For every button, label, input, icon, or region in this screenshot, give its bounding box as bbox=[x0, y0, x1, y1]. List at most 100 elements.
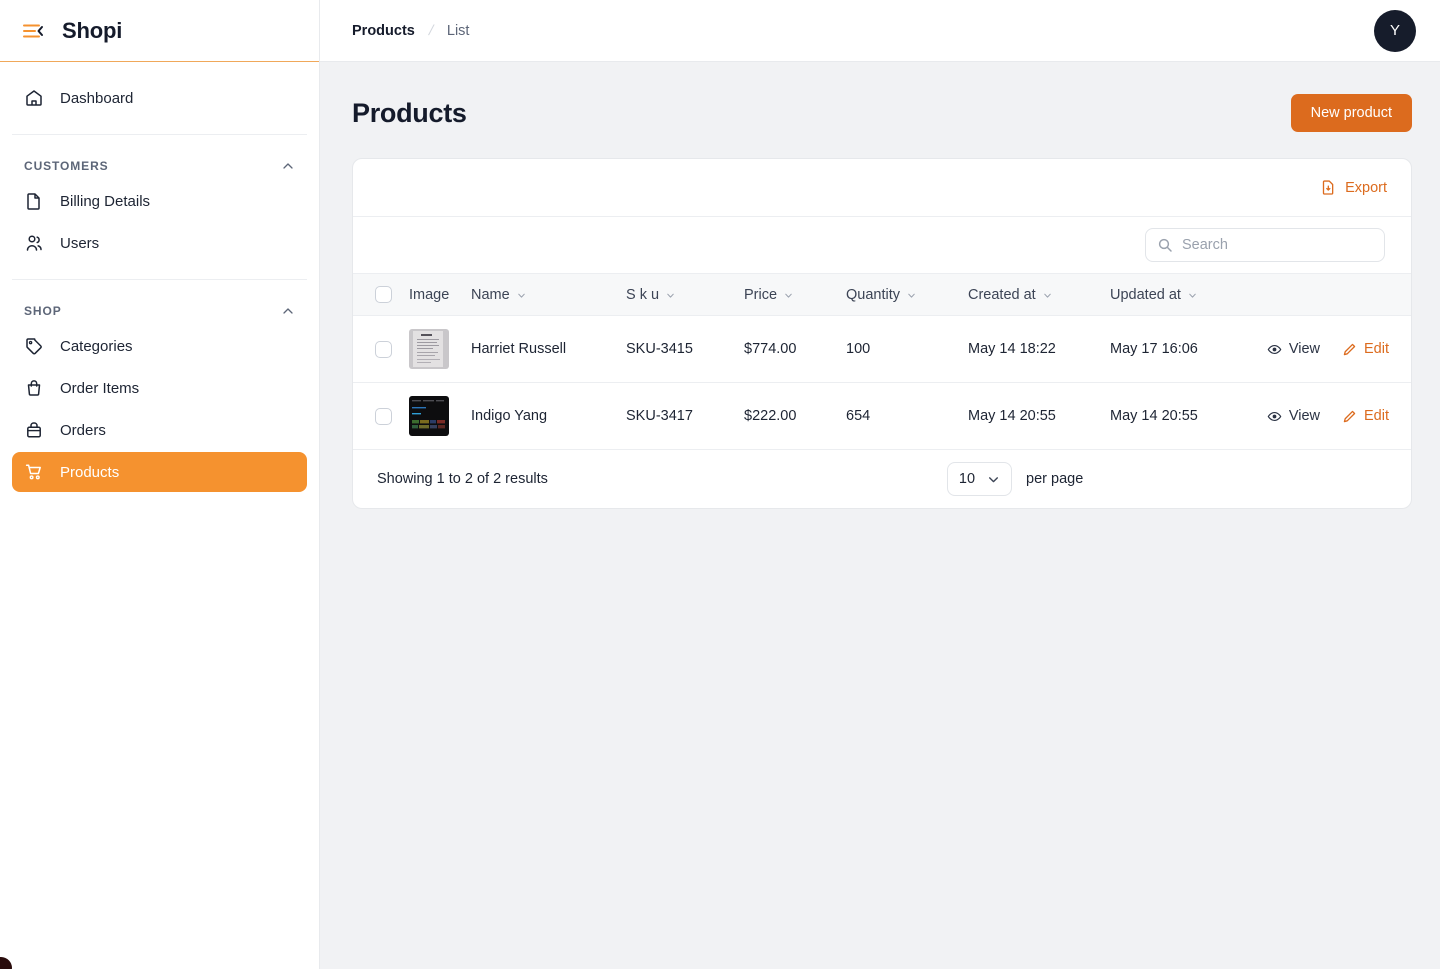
column-label: Created at bbox=[968, 287, 1036, 303]
sidebar-header: Shopi bbox=[0, 0, 319, 62]
sidebar-item-orders[interactable]: Orders bbox=[12, 410, 307, 450]
row-price: $774.00 bbox=[736, 316, 838, 383]
row-image-cell bbox=[401, 316, 463, 383]
chevron-down-icon bbox=[516, 289, 527, 300]
sidebar: Shopi Dashboard CUSTOMERS bbox=[0, 0, 320, 969]
select-all-checkbox[interactable] bbox=[375, 286, 392, 303]
chevron-up-icon[interactable] bbox=[281, 304, 295, 318]
menu-collapse-icon[interactable] bbox=[22, 20, 44, 42]
chevron-down-icon bbox=[906, 289, 917, 300]
edit-label: Edit bbox=[1364, 341, 1389, 357]
document-icon bbox=[24, 191, 44, 211]
file-download-icon bbox=[1320, 179, 1337, 196]
sidebar-item-users[interactable]: Users bbox=[12, 223, 307, 263]
breadcrumb-separator: / bbox=[427, 23, 435, 39]
sidebar-item-label: Categories bbox=[60, 338, 133, 355]
row-sku: SKU-3417 bbox=[618, 383, 736, 450]
row-select-cell bbox=[353, 316, 401, 383]
breadcrumb: Products / List bbox=[352, 23, 469, 39]
per-page-wrapper: 10 per page bbox=[947, 462, 1083, 496]
sidebar-item-dashboard[interactable]: Dashboard bbox=[12, 78, 307, 118]
row-updated-at: May 14 20:55 bbox=[1102, 383, 1252, 450]
column-header-sku[interactable]: S k u bbox=[618, 274, 736, 316]
column-label: Name bbox=[471, 287, 510, 303]
breadcrumb-current[interactable]: Products bbox=[352, 23, 415, 39]
eye-icon bbox=[1267, 342, 1282, 357]
export-button[interactable]: Export bbox=[1320, 179, 1387, 196]
sidebar-item-label: Dashboard bbox=[60, 90, 133, 107]
view-action[interactable]: View bbox=[1267, 341, 1320, 357]
chevron-down-icon bbox=[783, 289, 794, 300]
sidebar-item-categories[interactable]: Categories bbox=[12, 326, 307, 366]
users-icon bbox=[24, 233, 44, 253]
edit-action[interactable]: Edit bbox=[1342, 341, 1389, 357]
edit-action[interactable]: Edit bbox=[1342, 408, 1389, 424]
column-label: Quantity bbox=[846, 287, 900, 303]
bag-icon bbox=[24, 378, 44, 398]
new-product-button[interactable]: New product bbox=[1291, 94, 1412, 132]
main-area: Products / List Y Products New product bbox=[320, 0, 1440, 969]
table-row[interactable]: Indigo Yang SKU-3417 $222.00 654 May 14 … bbox=[353, 383, 1411, 450]
products-table: Image Name bbox=[353, 273, 1411, 450]
home-icon bbox=[24, 88, 44, 108]
sidebar-section-customers[interactable]: CUSTOMERS bbox=[12, 151, 307, 181]
sidebar-item-label: Orders bbox=[60, 422, 106, 439]
row-checkbox[interactable] bbox=[375, 341, 392, 358]
row-actions-cell: View Edit bbox=[1252, 316, 1411, 383]
view-label: View bbox=[1289, 408, 1320, 424]
chevron-down-icon bbox=[665, 289, 676, 300]
chevron-up-icon[interactable] bbox=[281, 159, 295, 173]
table-row[interactable]: Harriet Russell SKU-3415 $774.00 100 May… bbox=[353, 316, 1411, 383]
chevron-down-icon bbox=[1187, 289, 1198, 300]
sidebar-section-title: CUSTOMERS bbox=[24, 159, 109, 173]
select-all-header bbox=[353, 274, 401, 316]
view-action[interactable]: View bbox=[1267, 408, 1320, 424]
page-header: Products New product bbox=[352, 94, 1412, 132]
chevron-down-icon bbox=[1042, 289, 1053, 300]
row-created-at: May 14 18:22 bbox=[960, 316, 1102, 383]
edit-label: Edit bbox=[1364, 408, 1389, 424]
brand-name: Shopi bbox=[62, 18, 122, 44]
column-header-quantity[interactable]: Quantity bbox=[838, 274, 960, 316]
pencil-icon bbox=[1342, 342, 1357, 357]
cart-icon bbox=[24, 462, 44, 482]
sidebar-section-shop[interactable]: SHOP bbox=[12, 296, 307, 326]
row-checkbox[interactable] bbox=[375, 408, 392, 425]
sidebar-nav: Dashboard CUSTOMERS bbox=[0, 62, 319, 508]
sidebar-item-label: Billing Details bbox=[60, 193, 150, 210]
row-name: Indigo Yang bbox=[463, 383, 618, 450]
per-page-select[interactable]: 10 bbox=[947, 462, 1012, 496]
row-name: Harriet Russell bbox=[463, 316, 618, 383]
breadcrumb-item-list[interactable]: List bbox=[447, 23, 470, 39]
table-head: Image Name bbox=[353, 274, 1411, 316]
box-icon bbox=[24, 420, 44, 440]
row-image-cell bbox=[401, 383, 463, 450]
product-thumbnail bbox=[409, 396, 449, 436]
column-header-updated-at[interactable]: Updated at bbox=[1102, 274, 1252, 316]
sidebar-item-products[interactable]: Products bbox=[12, 452, 307, 492]
avatar[interactable]: Y bbox=[1374, 10, 1416, 52]
column-label: Updated at bbox=[1110, 287, 1181, 303]
pencil-icon bbox=[1342, 409, 1357, 424]
sidebar-item-order-items[interactable]: Order Items bbox=[12, 368, 307, 408]
row-quantity: 654 bbox=[838, 383, 960, 450]
export-label: Export bbox=[1345, 180, 1387, 196]
column-header-name[interactable]: Name bbox=[463, 274, 618, 316]
search-icon bbox=[1157, 237, 1173, 253]
sidebar-section-title: SHOP bbox=[24, 304, 62, 318]
chevron-down-icon bbox=[987, 473, 1000, 486]
sidebar-item-label: Users bbox=[60, 235, 99, 252]
sidebar-item-billing-details[interactable]: Billing Details bbox=[12, 181, 307, 221]
row-price: $222.00 bbox=[736, 383, 838, 450]
column-header-price[interactable]: Price bbox=[736, 274, 838, 316]
search-wrapper bbox=[1145, 228, 1385, 262]
search-row bbox=[353, 217, 1411, 273]
per-page-label: per page bbox=[1026, 471, 1083, 487]
column-label: Image bbox=[409, 287, 449, 303]
search-input[interactable] bbox=[1145, 228, 1385, 262]
nav-group-shop: SHOP Categories bbox=[12, 279, 307, 508]
column-header-actions bbox=[1252, 274, 1411, 316]
column-header-created-at[interactable]: Created at bbox=[960, 274, 1102, 316]
row-actions-cell: View Edit bbox=[1252, 383, 1411, 450]
column-header-image: Image bbox=[401, 274, 463, 316]
